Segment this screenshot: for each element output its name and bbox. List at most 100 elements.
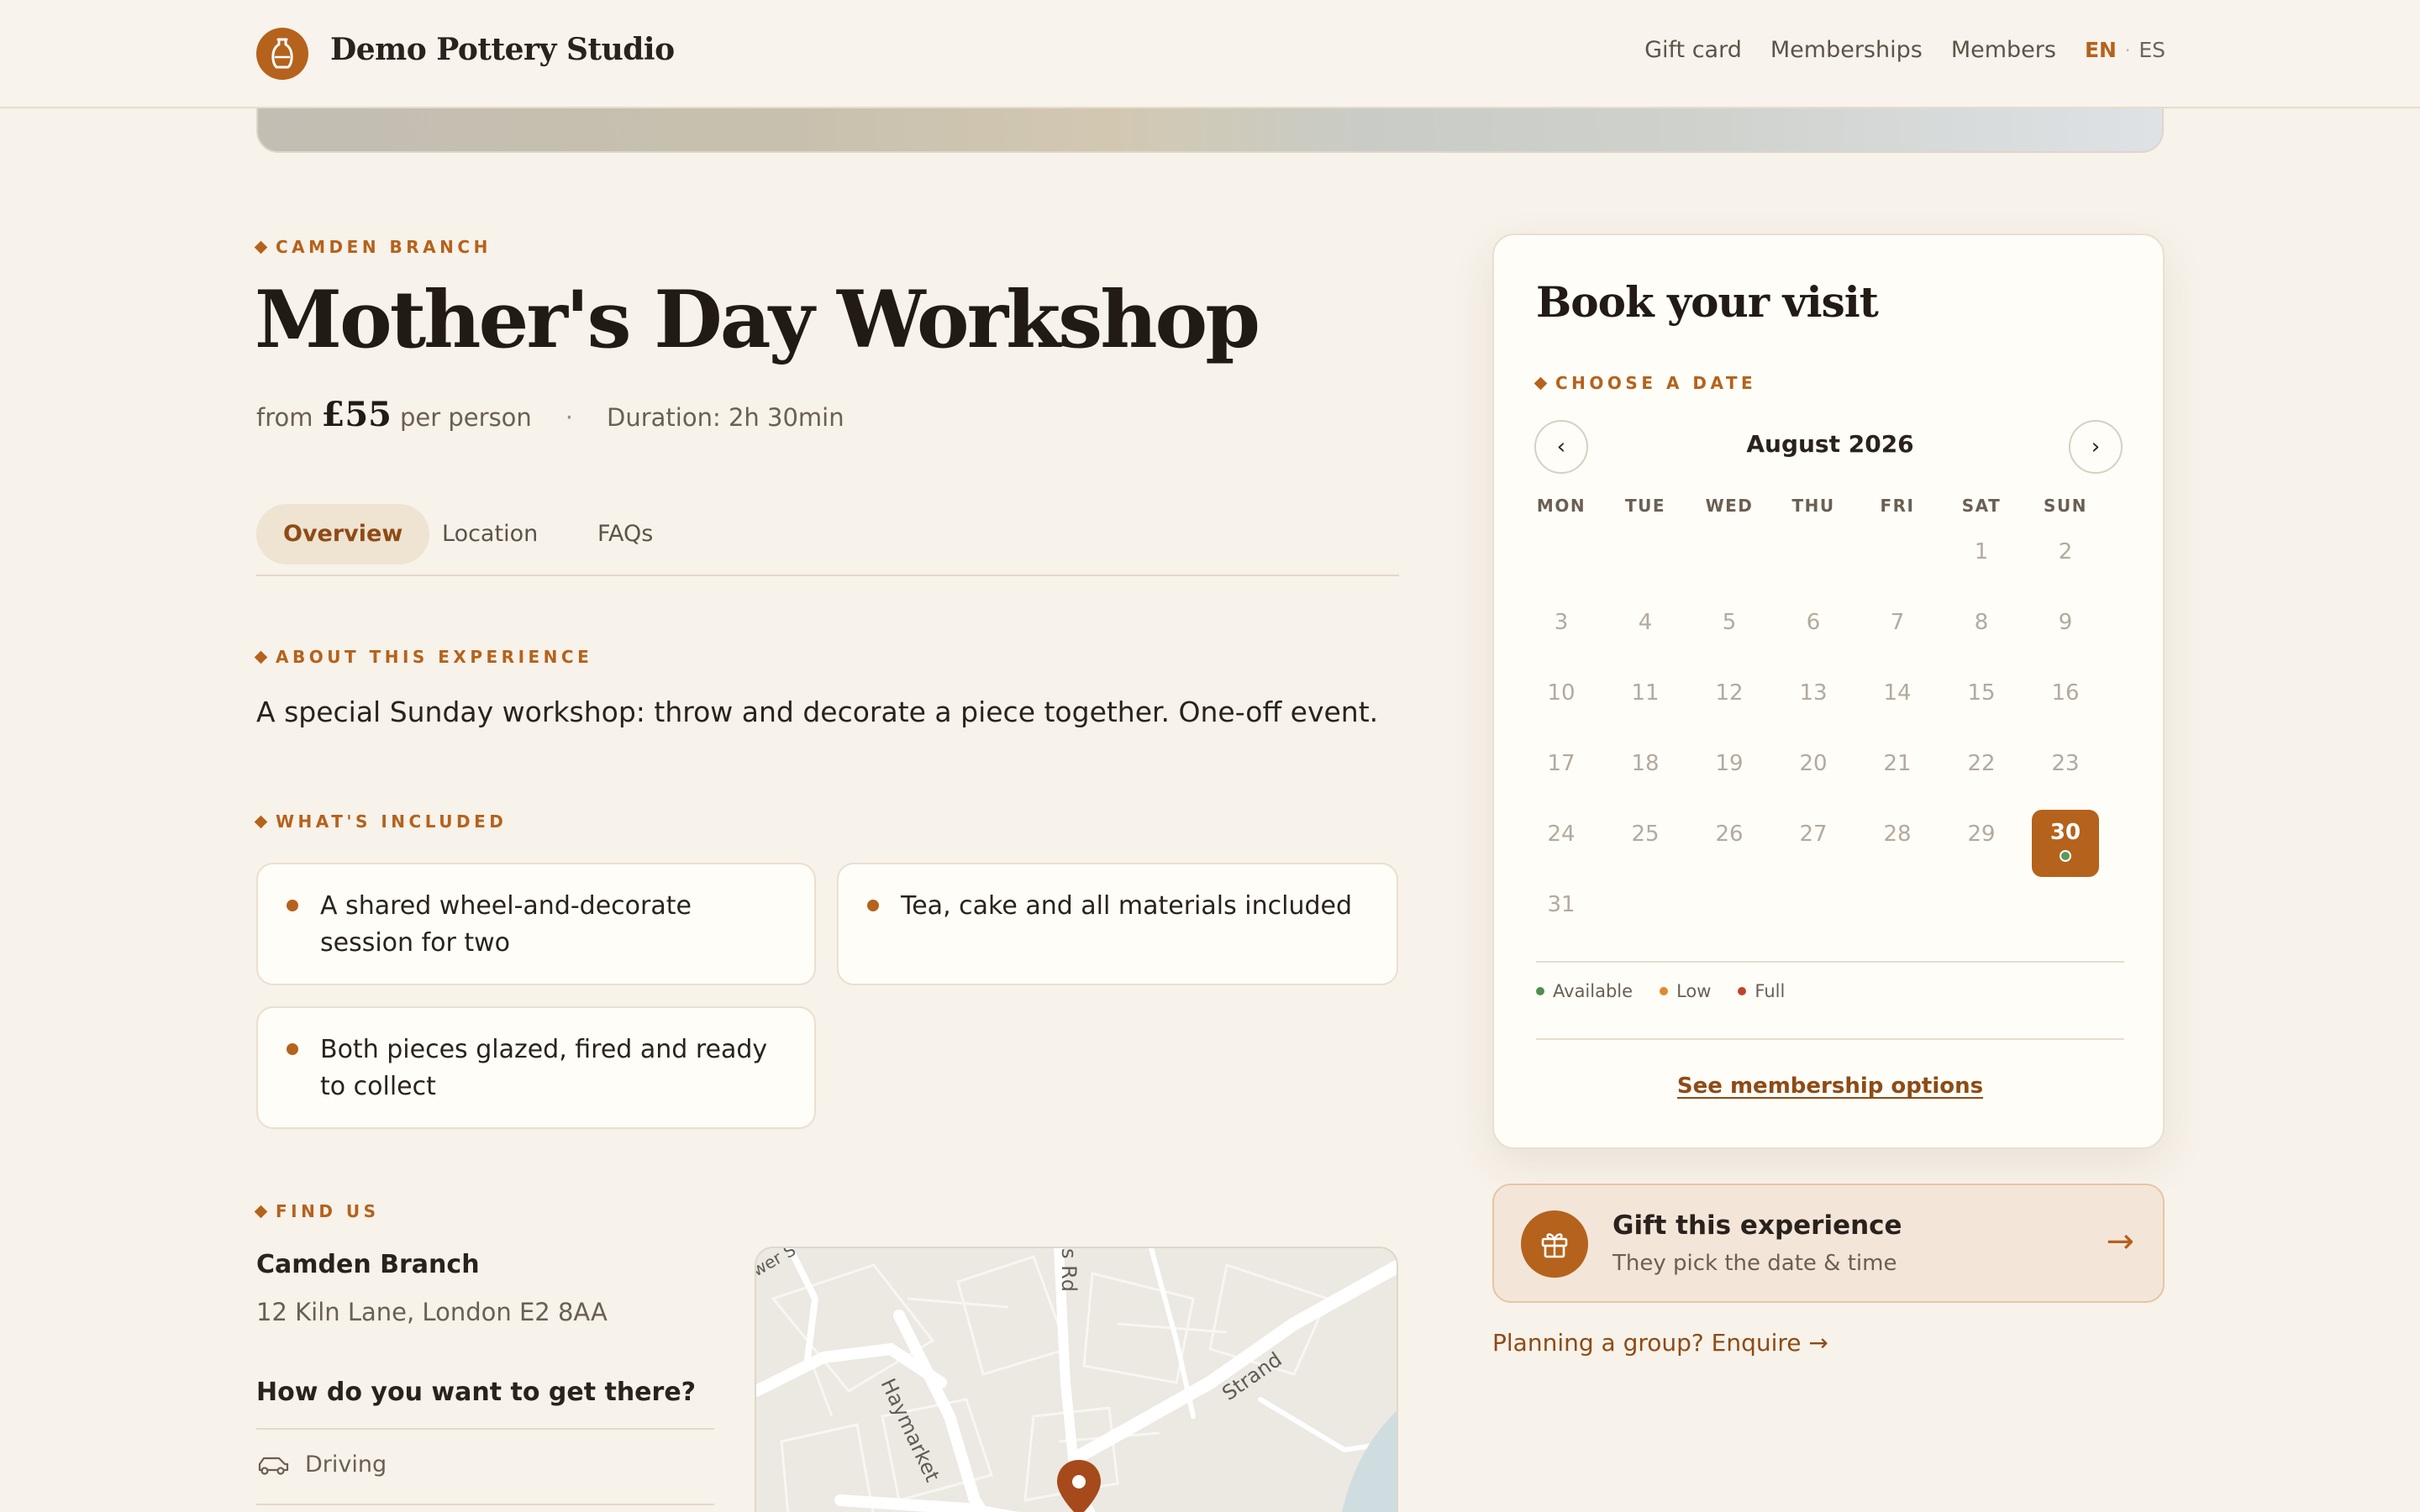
legend-low: Low: [1660, 981, 1711, 1001]
membership-options-link[interactable]: See membership options: [1494, 1074, 2166, 1099]
included-item-text: A shared wheel-and-decorate session for …: [320, 891, 692, 958]
calendar-day: 9: [2058, 610, 2073, 635]
calendar-day: 25: [1631, 822, 1660, 847]
duration: Duration: 2h 30min: [607, 403, 844, 432]
language-switcher: EN · ES: [2085, 38, 2165, 62]
diamond-icon: [254, 815, 268, 828]
calendar-day: 14: [1883, 680, 1912, 706]
weekday-header: SAT: [1961, 496, 2002, 516]
about-eyebrow-text: ABOUT THIS EXPERIENCE: [276, 647, 593, 667]
diamond-icon: [254, 650, 268, 664]
gift-experience-card[interactable]: Gift this experience They pick the date …: [1492, 1184, 2165, 1303]
calendar-day: 26: [1715, 822, 1744, 847]
calendar-day: 5: [1722, 610, 1737, 635]
tab-faqs[interactable]: FAQs: [597, 504, 653, 564]
gift-subtitle: They pick the date & time: [1612, 1251, 1897, 1276]
included-eyebrow-text: WHAT'S INCLUDED: [276, 811, 508, 832]
divider: [256, 1428, 714, 1430]
calendar-day: 2: [2058, 539, 2073, 564]
lang-en[interactable]: EN: [2085, 38, 2117, 62]
calendar-day: 28: [1883, 822, 1912, 847]
divider: [256, 1504, 714, 1505]
bullet-icon: [867, 900, 879, 911]
branch-address: 12 Kiln Lane, London E2 8AA: [256, 1298, 608, 1326]
choose-date-text: CHOOSE A DATE: [1555, 373, 1757, 393]
weekday-header: FRI: [1880, 496, 1915, 516]
driving-option[interactable]: Driving: [256, 1452, 387, 1478]
price-value: £55: [321, 395, 392, 434]
legend-full: Full: [1738, 981, 1785, 1001]
nav-members[interactable]: Members: [1951, 37, 2056, 63]
legend-label: Low: [1676, 981, 1712, 1001]
directions-question: How do you want to get there?: [256, 1378, 697, 1407]
branch-eyebrow-text: CAMDEN BRANCH: [276, 237, 492, 257]
gift-title: Gift this experience: [1612, 1210, 1902, 1241]
calendar-day: 1: [1974, 539, 1989, 564]
weekday-header: SUN: [2044, 496, 2087, 516]
arrow-right-icon: →: [2106, 1222, 2134, 1261]
price-suffix: per person: [400, 403, 532, 432]
calendar-day: 27: [1799, 822, 1828, 847]
weekday-header: TUE: [1624, 496, 1666, 516]
included-item-text: Both pieces glazed, fired and ready to c…: [320, 1035, 768, 1101]
calendar-day: 11: [1631, 680, 1660, 706]
about-eyebrow: ABOUT THIS EXPERIENCE: [254, 647, 593, 667]
included-item: A shared wheel-and-decorate session for …: [256, 863, 816, 985]
page-title: Mother's Day Workshop: [255, 274, 1260, 366]
top-header: Demo Pottery Studio Gift card Membership…: [0, 0, 2420, 108]
calendar-day: 20: [1799, 751, 1828, 776]
included-eyebrow: WHAT'S INCLUDED: [254, 811, 508, 832]
car-icon: [258, 1457, 289, 1475]
legend-dot-icon: [1536, 987, 1544, 995]
calendar-day: 24: [1547, 822, 1576, 847]
price-prefix: from: [256, 403, 313, 432]
included-item: Both pieces glazed, fired and ready to c…: [256, 1006, 816, 1129]
lang-separator: ·: [2124, 39, 2131, 60]
group-enquire-link[interactable]: Planning a group? Enquire →: [1492, 1329, 1828, 1357]
next-month-button[interactable]: ›: [2069, 420, 2123, 474]
calendar-day: 18: [1631, 751, 1660, 776]
bullet-icon: [287, 1043, 298, 1055]
booking-panel: Book your visit CHOOSE A DATE ‹ August 2…: [1492, 234, 2165, 1149]
legend-label: Full: [1754, 981, 1786, 1001]
weekday-header: MON: [1536, 496, 1586, 516]
calendar-day: 31: [1547, 892, 1576, 917]
nav-memberships[interactable]: Memberships: [1770, 37, 1923, 63]
main-nav: Gift card Memberships Members EN · ES: [1644, 37, 2165, 63]
chevron-right-icon: ›: [2091, 434, 2101, 459]
about-text: A special Sunday workshop: throw and dec…: [256, 696, 1379, 728]
vase-logo-icon[interactable]: [256, 28, 308, 80]
tab-location[interactable]: Location: [442, 504, 538, 564]
branch-name: Camden Branch: [256, 1250, 480, 1279]
driving-label: Driving: [305, 1452, 387, 1478]
selected-day-number: 30: [2049, 820, 2081, 845]
legend-dot-icon: [1660, 987, 1669, 995]
legend-label: Available: [1553, 981, 1634, 1001]
availability-legend: Available Low Full: [1536, 981, 1785, 1001]
calendar-day: 19: [1715, 751, 1744, 776]
lang-es[interactable]: ES: [2139, 38, 2165, 62]
divider: [1536, 1038, 2124, 1040]
calendar-day-selected[interactable]: 30: [2032, 810, 2099, 877]
availability-dot-icon: [2060, 850, 2071, 862]
section-tabs: Overview Location FAQs: [256, 504, 1399, 576]
calendar-day: 10: [1547, 680, 1576, 706]
calendar-day: 15: [1967, 680, 1996, 706]
event-meta: from £55 per person · Duration: 2h 30min: [256, 395, 844, 434]
calendar-day: 8: [1974, 610, 1989, 635]
brand-name[interactable]: Demo Pottery Studio: [330, 32, 675, 67]
calendar-day: 6: [1806, 610, 1821, 635]
included-item: Tea, cake and all materials included: [837, 863, 1398, 985]
calendar-day: 21: [1883, 751, 1912, 776]
calendar-day: 22: [1967, 751, 1996, 776]
calendar-day: 12: [1715, 680, 1744, 706]
legend-dot-icon: [1738, 987, 1747, 995]
meta-separator: ·: [565, 403, 574, 432]
nav-gift-card[interactable]: Gift card: [1644, 37, 1742, 63]
weekday-header: THU: [1791, 496, 1835, 516]
map-label-road: s Rd: [1057, 1248, 1081, 1292]
tab-overview[interactable]: Overview: [256, 504, 430, 564]
location-map[interactable]: Haymarket Strand s Rd wer S: [755, 1247, 1398, 1512]
included-item-text: Tea, cake and all materials included: [901, 891, 1352, 921]
divider: [1536, 961, 2124, 963]
